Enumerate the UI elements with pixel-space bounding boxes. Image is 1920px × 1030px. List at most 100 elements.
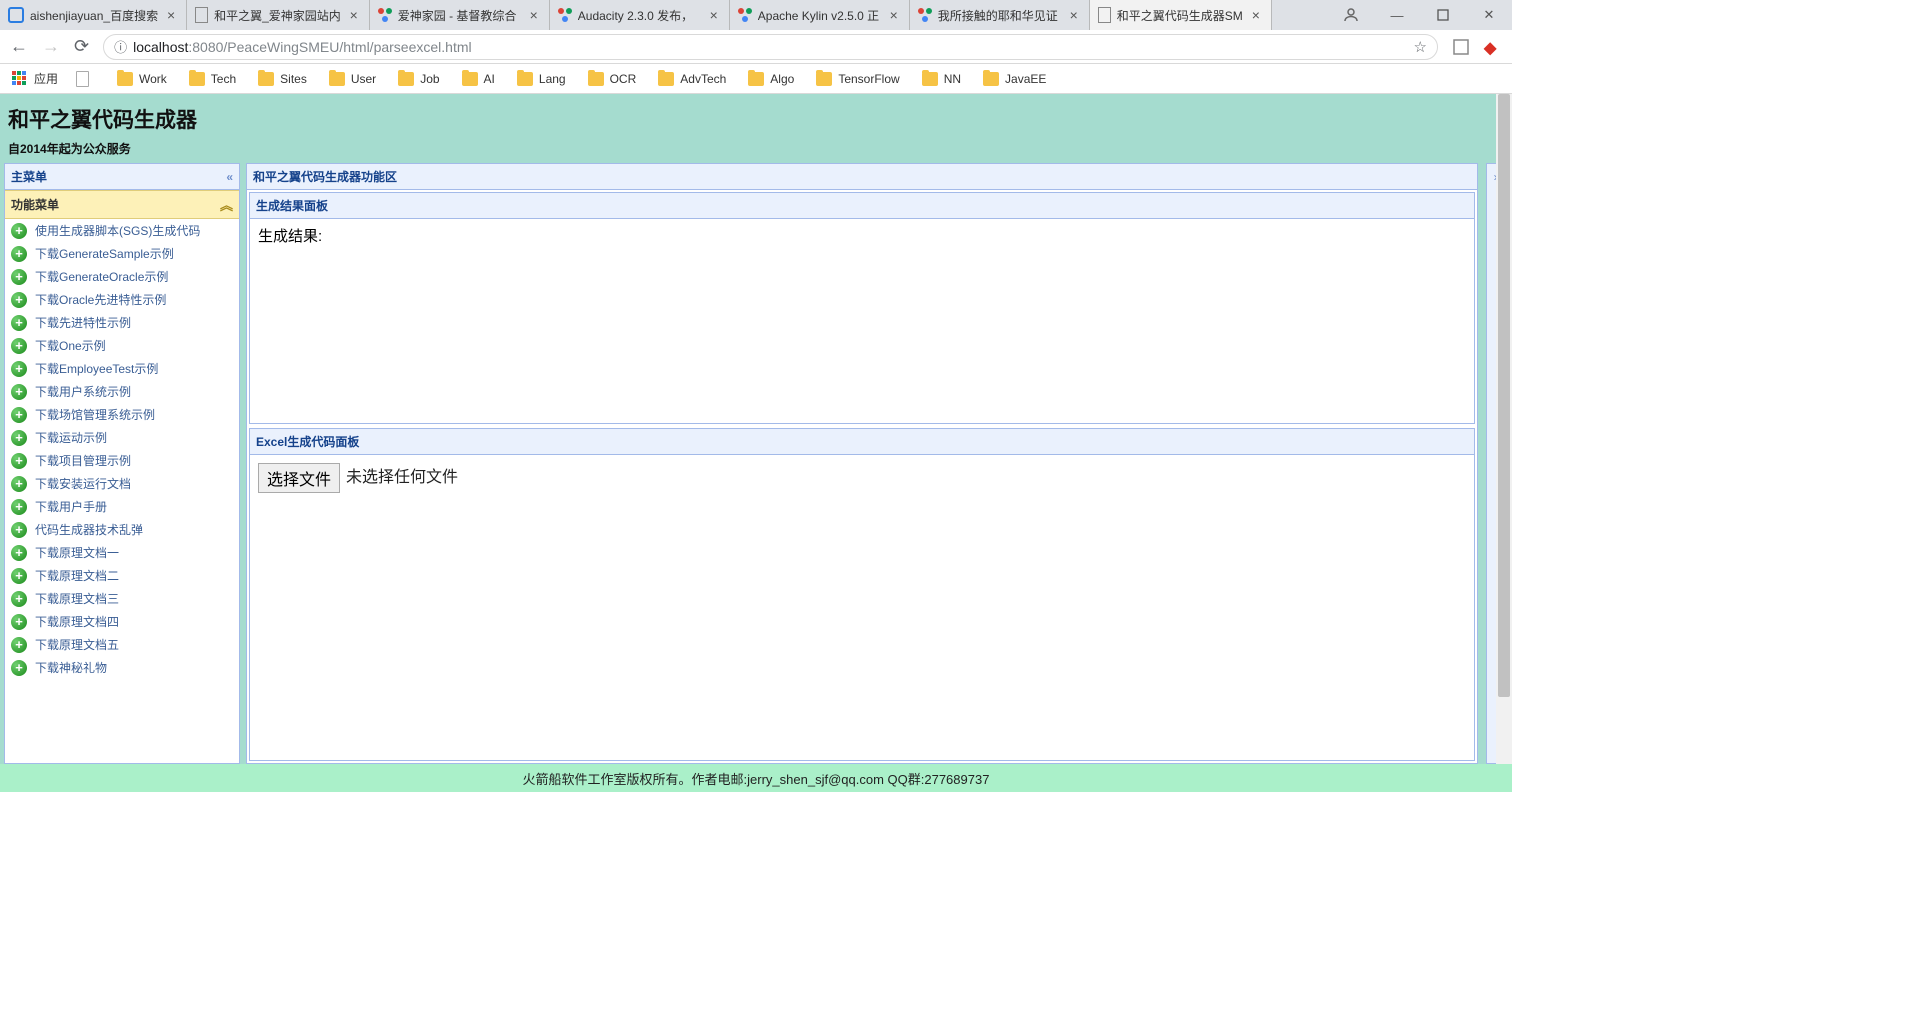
sidebar-menu-item[interactable]: +下载原理文档一 (5, 541, 239, 564)
bookmark-item[interactable]: JavaEE (979, 69, 1050, 89)
page-subtitle: 自2014年起为公众服务 (0, 138, 1512, 163)
sidebar-menu-item[interactable]: +使用生成器脚本(SGS)生成代码 (5, 219, 239, 242)
sidebar-menu-item[interactable]: + 下载先进特性示例 (5, 311, 239, 334)
tab-close-icon[interactable]: × (707, 8, 721, 22)
bookmark-item[interactable]: Sites (254, 69, 311, 89)
bookmark-item[interactable]: Lang (513, 69, 570, 89)
browser-tab[interactable]: 和平之翼代码生成器SM× (1090, 0, 1272, 30)
sidebar-menu-item[interactable]: +代码生成器技术乱弹 (5, 518, 239, 541)
bookmark-item[interactable]: AI (458, 69, 499, 89)
sidebar-menu-item[interactable]: +下载用户手册 (5, 495, 239, 518)
page-title: 和平之翼代码生成器 (8, 104, 1504, 134)
plus-icon: + (11, 315, 27, 331)
bookmark-label: Tech (211, 72, 236, 86)
bookmark-item[interactable]: Work (113, 69, 171, 89)
sidebar-menu-item[interactable]: +下载神秘礼物 (5, 656, 239, 679)
sidebar-menu-item[interactable]: +下载原理文档四 (5, 610, 239, 633)
folder-icon (517, 72, 533, 86)
tab-close-icon[interactable]: × (1067, 8, 1081, 22)
close-window-button[interactable]: ✕ (1480, 6, 1498, 24)
menu-item-label: 下载先进特性示例 (35, 314, 131, 331)
tab-close-icon[interactable]: × (887, 8, 901, 22)
folder-icon (816, 72, 832, 86)
sidebar-menu-item[interactable]: +下载One示例 (5, 334, 239, 357)
sidebar-menu-item[interactable]: +下载Oracle先进特性示例 (5, 288, 239, 311)
bookmark-item[interactable]: Job (394, 69, 443, 89)
plus-icon: + (11, 292, 27, 308)
vertical-scrollbar[interactable] (1496, 94, 1512, 764)
sidebar-menu-item[interactable]: +下载EmployeeTest示例 (5, 357, 239, 380)
menu-item-label: 下载EmployeeTest示例 (35, 360, 158, 377)
favicon-icon (918, 8, 932, 22)
browser-tab[interactable]: 我所接触的耶和华见证× (910, 0, 1090, 30)
back-button[interactable]: ← (10, 36, 28, 57)
bookmark-label: NN (944, 72, 961, 86)
bookmark-star-icon[interactable]: ☆ (1414, 38, 1427, 56)
bookmark-label: Lang (539, 72, 566, 86)
bookmark-item[interactable]: OCR (584, 69, 641, 89)
menu-item-label: 下载神秘礼物 (35, 659, 107, 676)
scrollbar-thumb[interactable] (1498, 94, 1510, 697)
result-label: 生成结果: (258, 228, 322, 245)
collapse-left-icon[interactable]: « (226, 170, 233, 184)
folder-icon (462, 72, 478, 86)
tab-close-icon[interactable]: × (527, 8, 541, 22)
browser-tab[interactable]: Apache Kylin v2.5.0 正× (730, 0, 910, 30)
sidebar-menu-item[interactable]: +下载原理文档三 (5, 587, 239, 610)
bookmark-item[interactable]: NN (918, 69, 965, 89)
sidebar-menu-item[interactable]: + 下载GenerateSample示例 (5, 242, 239, 265)
sidebar-menu-item[interactable]: +下载运动示例 (5, 426, 239, 449)
bookmark-item[interactable]: TensorFlow (812, 69, 903, 89)
menu-item-label: 下载原理文档三 (35, 590, 119, 607)
file-status-text: 未选择任何文件 (346, 463, 458, 487)
sidebar-menu-item[interactable]: +下载用户系统示例 (5, 380, 239, 403)
url-input[interactable]: ⓘ localhost:8080/PeaceWingSMEU/html/pars… (103, 34, 1438, 60)
site-info-icon[interactable]: ⓘ (114, 37, 127, 56)
choose-file-button[interactable]: 选择文件 (258, 463, 340, 493)
apps-button[interactable]: 应用 (8, 68, 62, 89)
plus-icon: + (11, 246, 27, 262)
sidebar-func-menu-header[interactable]: 功能菜单 ︽ (5, 190, 239, 219)
user-icon[interactable] (1342, 6, 1360, 24)
reload-button[interactable]: ⟳ (74, 36, 89, 57)
sidebar-menu-item[interactable]: +下载原理文档二 (5, 564, 239, 587)
extension-adblock-icon[interactable]: ◆ (1484, 38, 1502, 56)
folder-icon (748, 72, 764, 86)
sidebar-menu-item[interactable]: +下载GenerateOracle示例 (5, 265, 239, 288)
sidebar-menu-item[interactable]: +下载安装运行文档 (5, 472, 239, 495)
sidebar-menu-item[interactable]: +下载场馆管理系统示例 (5, 403, 239, 426)
menu-item-label: 下载GenerateSample示例 (35, 245, 174, 262)
plus-icon: + (11, 568, 27, 584)
tab-close-icon[interactable]: × (164, 8, 178, 22)
bookmark-label: OCR (610, 72, 637, 86)
bookmark-item[interactable]: Algo (744, 69, 798, 89)
plus-icon: + (11, 453, 27, 469)
bookmark-item[interactable] (72, 69, 99, 89)
tab-close-icon[interactable]: × (347, 8, 361, 22)
bookmark-label: Work (139, 72, 167, 86)
bookmark-item[interactable]: Tech (185, 69, 240, 89)
favicon-icon (738, 8, 752, 22)
menu-item-label: 下载场馆管理系统示例 (35, 406, 155, 423)
bookmark-item[interactable]: AdvTech (654, 69, 730, 89)
minimize-button[interactable]: — (1388, 6, 1406, 24)
browser-tab[interactable]: Audacity 2.3.0 发布，× (550, 0, 730, 30)
result-body: 生成结果: (250, 219, 1474, 423)
bookmark-item[interactable]: User (325, 69, 380, 89)
maximize-button[interactable] (1434, 6, 1452, 24)
apps-grid-icon (12, 71, 28, 87)
folder-icon (189, 72, 205, 86)
main-region-header: 和平之翼代码生成器功能区 (247, 164, 1477, 190)
sidebar-menu-item[interactable]: +下载原理文档五 (5, 633, 239, 656)
footer-text: 火箭船软件工作室版权所有。作者电邮:jerry_shen_sjf@qq.com … (523, 769, 990, 788)
menu-item-label: 使用生成器脚本(SGS)生成代码 (35, 222, 200, 239)
sidebar-main-menu-header[interactable]: 主菜单 « (5, 164, 239, 190)
tab-close-icon[interactable]: × (1249, 8, 1263, 22)
extension-icon[interactable] (1452, 38, 1470, 56)
sidebar-menu-item[interactable]: +下载项目管理示例 (5, 449, 239, 472)
browser-tab[interactable]: aishenjiayuan_百度搜索× (0, 0, 187, 30)
bookmark-label: AdvTech (680, 72, 726, 86)
browser-tab[interactable]: 和平之翼_爱神家园站内× (187, 0, 370, 30)
plus-icon: + (11, 430, 27, 446)
browser-tab[interactable]: 爱神家园 - 基督教综合× (370, 0, 550, 30)
